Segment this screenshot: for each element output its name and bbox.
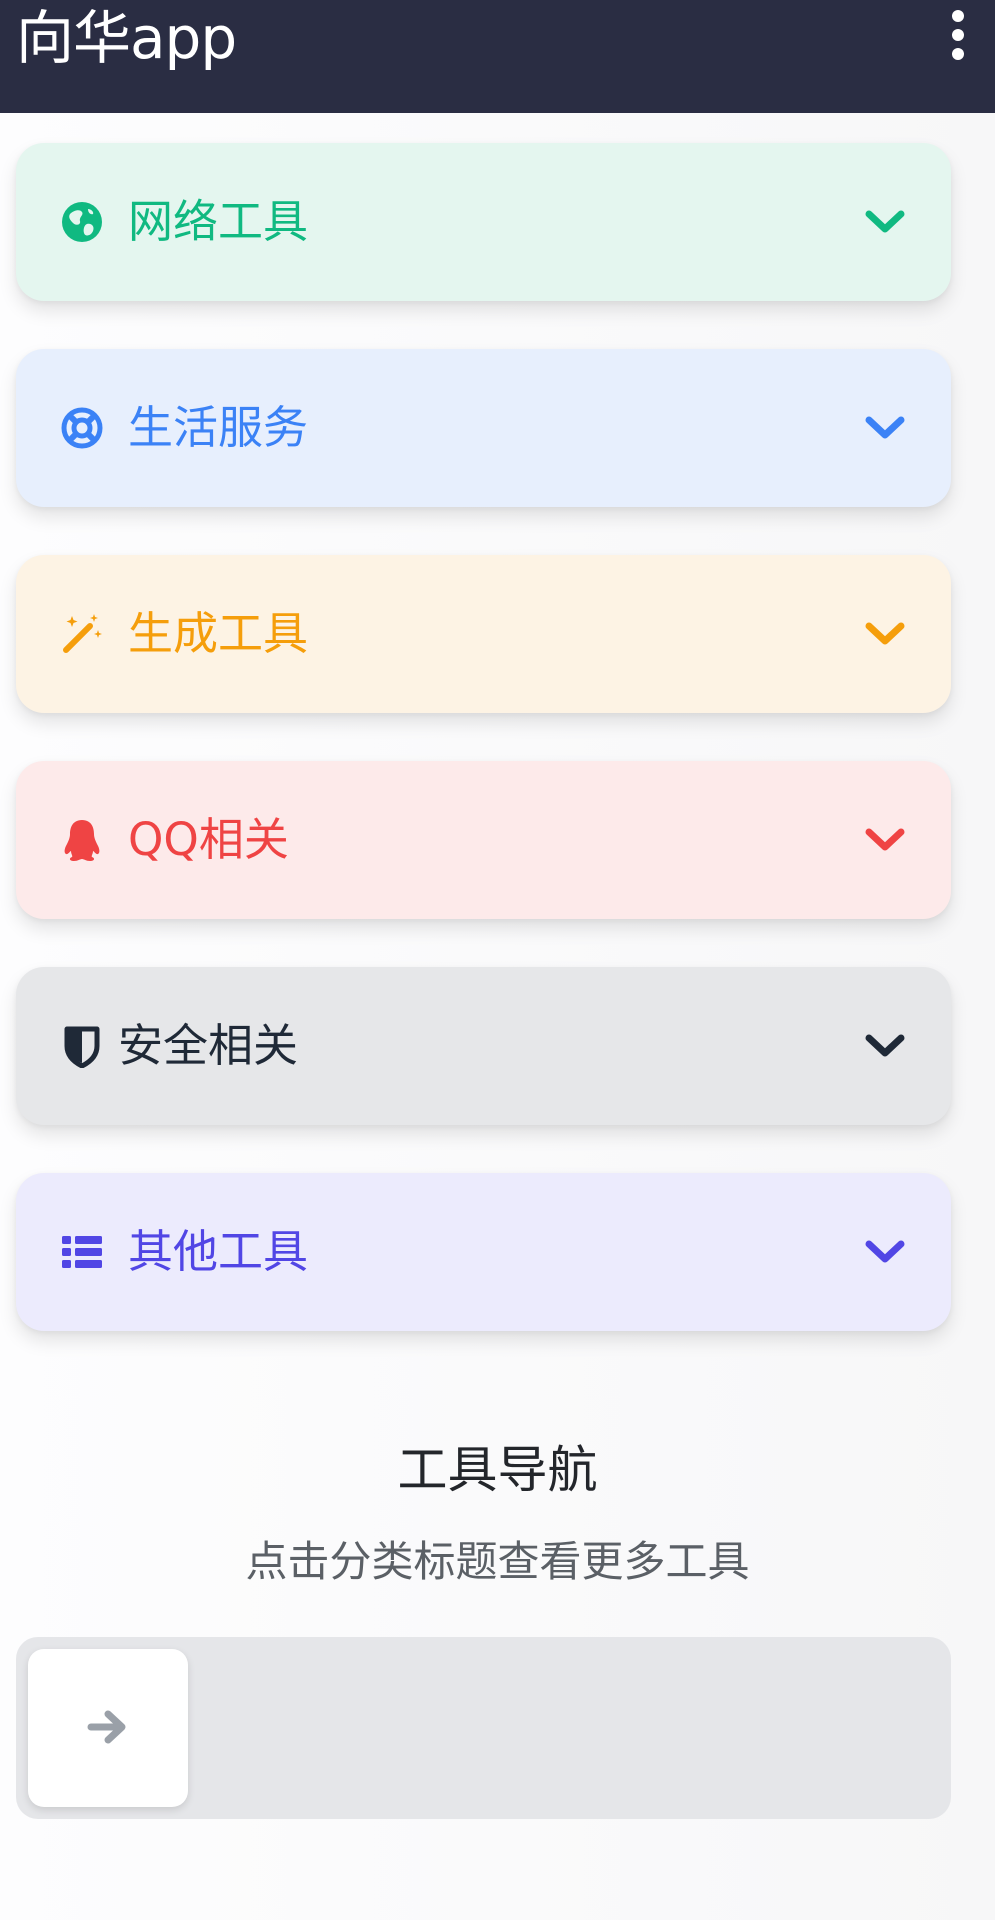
tool-nav-subtitle: 点击分类标题查看更多工具	[245, 1537, 750, 1586]
chevron-down-icon[interactable]	[863, 619, 907, 649]
slide-verify-track[interactable]	[16, 1637, 951, 1819]
chevron-down-icon[interactable]	[863, 1031, 907, 1061]
category-label: 安全相关	[118, 1019, 299, 1072]
category-life-services[interactable]: 生活服务	[16, 349, 951, 507]
category-label: QQ相关	[128, 813, 289, 866]
category-label: 生成工具	[128, 607, 309, 660]
more-options-icon[interactable]	[943, 8, 973, 62]
chevron-down-icon[interactable]	[863, 1237, 907, 1267]
chevron-down-icon[interactable]	[863, 413, 907, 443]
slider-handle[interactable]	[28, 1649, 188, 1807]
globe-icon	[62, 202, 102, 242]
arrow-right-icon	[87, 1710, 126, 1744]
chevron-down-icon[interactable]	[863, 207, 907, 237]
shield-icon	[64, 1026, 100, 1068]
magic-wand-icon	[63, 614, 102, 653]
app-bar: 向华app	[0, 0, 995, 113]
category-network-tools[interactable]: 网络工具	[16, 143, 951, 301]
category-generation-tools[interactable]: 生成工具	[16, 555, 951, 713]
category-other-tools[interactable]: 其他工具	[16, 1173, 951, 1331]
category-label: 其他工具	[128, 1225, 309, 1278]
category-label: 生活服务	[128, 401, 309, 454]
chevron-down-icon[interactable]	[863, 825, 907, 855]
qq-penguin-icon	[64, 820, 100, 861]
tool-nav-title: 工具导航	[397, 1441, 598, 1499]
list-icon	[62, 1236, 102, 1268]
category-qq-related[interactable]: QQ相关	[16, 761, 951, 919]
lifebuoy-icon	[61, 407, 103, 449]
category-label: 网络工具	[128, 195, 309, 248]
app-title: 向华app	[16, 4, 237, 72]
category-security[interactable]: 安全相关	[16, 967, 951, 1125]
